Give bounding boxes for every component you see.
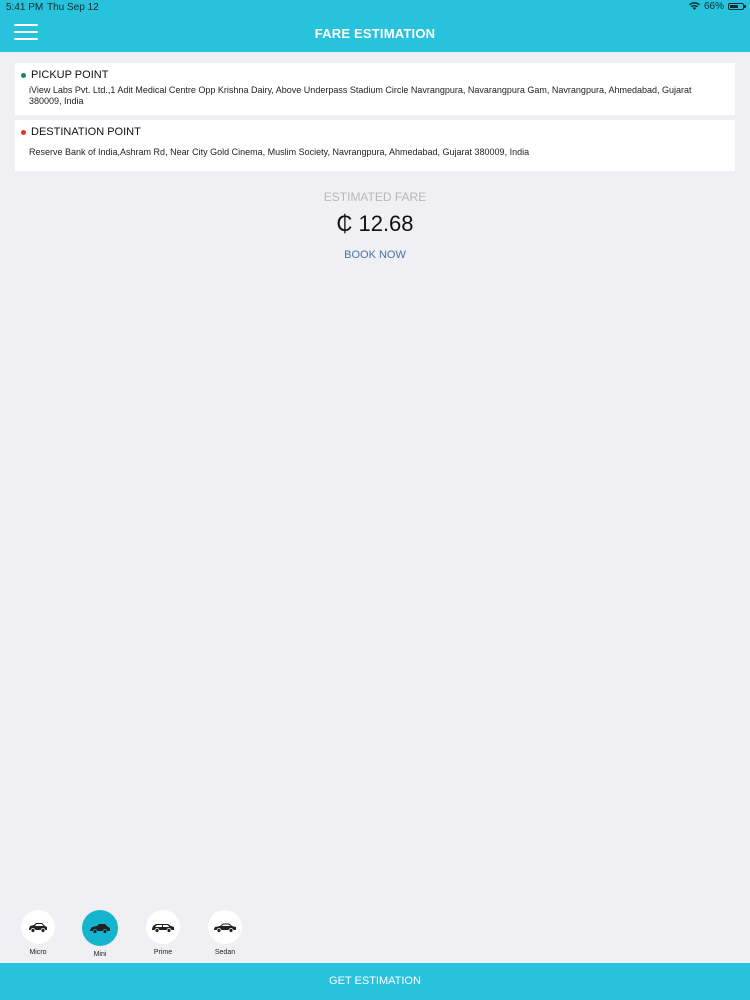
battery-level [730, 5, 738, 8]
car-icon [146, 910, 180, 944]
destination-card[interactable]: DESTINATION POINT Reserve Bank of India,… [15, 120, 735, 171]
car-icon [82, 910, 118, 946]
destination-address: Reserve Bank of India,Ashram Rd, Near Ci… [29, 147, 530, 157]
destination-dot-icon [21, 129, 26, 135]
status-bar: 5:41 PM Thu Sep 12 66% [0, 0, 750, 14]
status-date: Thu Sep 12 [47, 2, 99, 13]
top-bar: 5:41 PM Thu Sep 12 66% FARE ESTIMATION [0, 0, 750, 52]
vehicle-prime[interactable]: Prime [143, 910, 183, 956]
estimated-fare-label: ESTIMATED FARE [323, 190, 427, 204]
vehicle-label: Micro [29, 949, 47, 956]
vehicle-micro[interactable]: Micro [18, 910, 58, 956]
status-right: 66% [688, 1, 746, 12]
pickup-card[interactable]: PICKUP POINT iView Labs Pvt. Ltd.,1 Adit… [15, 63, 735, 115]
status-time: 5:41 PM [6, 2, 44, 13]
vehicle-label: Sedan [214, 949, 236, 956]
pickup-header: PICKUP POINT [21, 69, 721, 81]
estimated-fare-value: ₵ 12.68 [336, 211, 414, 236]
vehicle-label: Mini [93, 951, 107, 958]
book-now-button[interactable]: BOOK NOW [0, 249, 750, 261]
car-icon [208, 910, 242, 944]
vehicle-sedan[interactable]: Sedan [205, 910, 245, 956]
pickup-dot-icon [21, 72, 26, 78]
pickup-title: PICKUP POINT [31, 69, 109, 81]
pickup-address: iView Labs Pvt. Ltd.,1 Adit Medical Cent… [29, 85, 692, 106]
destination-title: DESTINATION POINT [31, 126, 141, 138]
wifi-icon [688, 2, 700, 10]
vehicle-label: Prime [153, 949, 173, 956]
vehicle-mini[interactable]: Mini [80, 910, 120, 958]
battery-percent: 66% [703, 1, 724, 12]
get-estimation-button[interactable]: GET ESTIMATION [0, 963, 750, 1000]
car-icon [21, 910, 55, 944]
page-title: FARE ESTIMATION [314, 26, 436, 41]
battery-icon [728, 3, 746, 10]
destination-header: DESTINATION POINT [21, 126, 721, 138]
